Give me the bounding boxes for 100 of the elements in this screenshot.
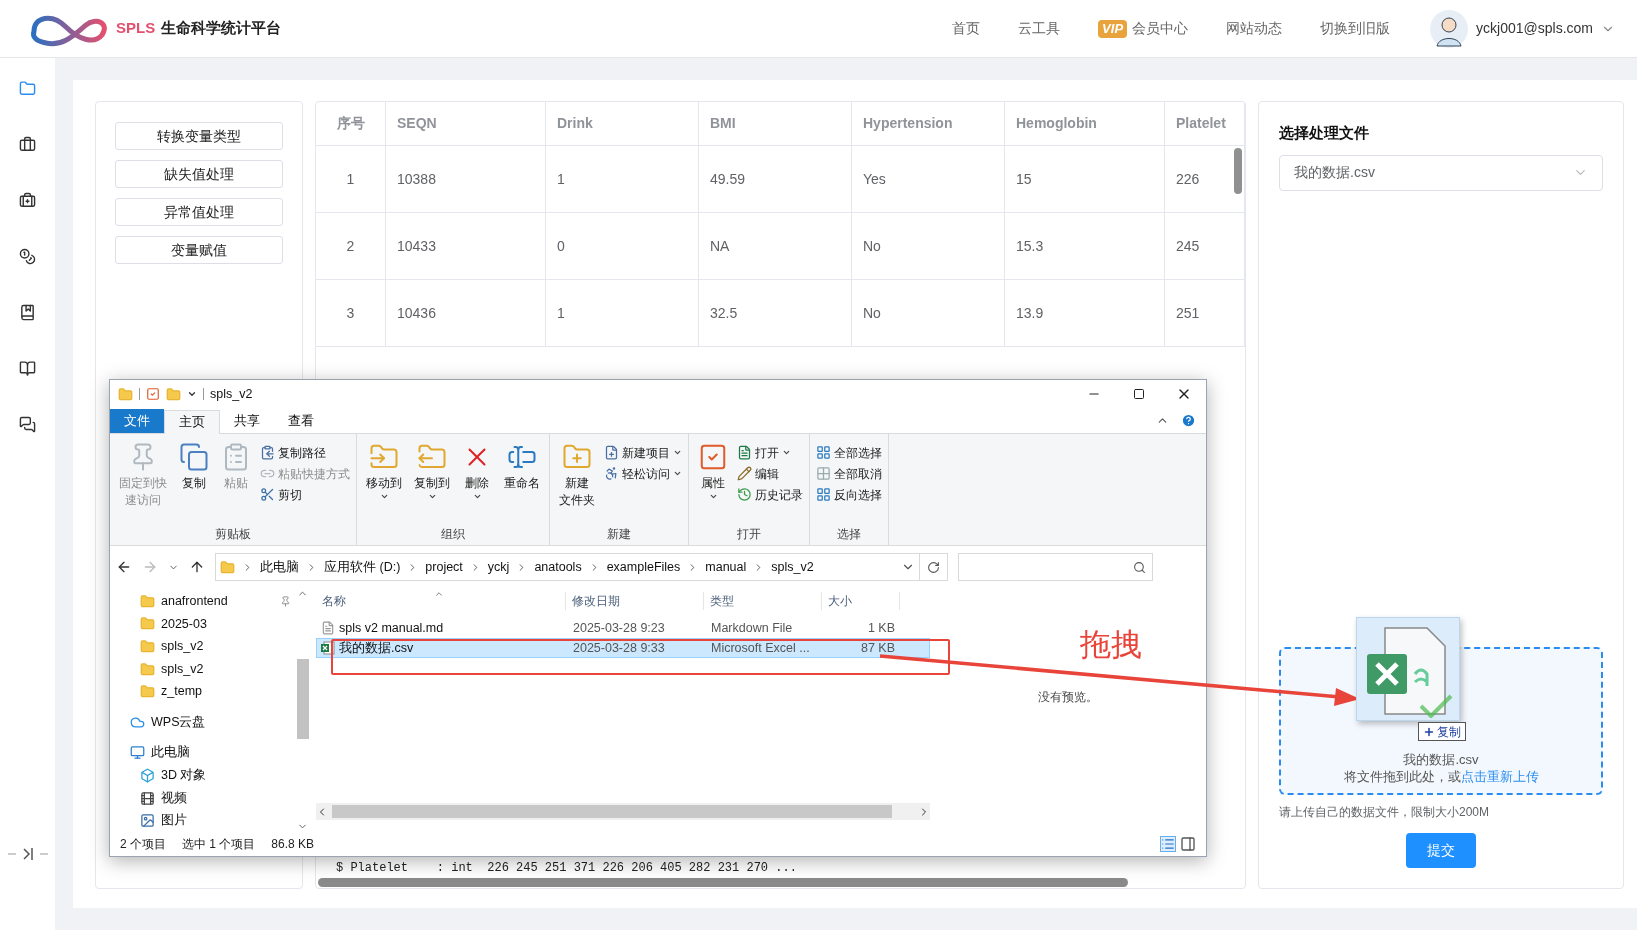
folder-icon: [140, 684, 155, 700]
properties-icon[interactable]: [146, 387, 160, 401]
tool-button[interactable]: 转换变量类型: [115, 122, 283, 150]
search-field[interactable]: [958, 553, 1153, 581]
nav-tree-item[interactable]: 图片: [110, 809, 295, 832]
vertical-scrollbar[interactable]: [1234, 148, 1242, 194]
path-segment[interactable]: 此电脑: [260, 557, 299, 577]
status-text: 86.8 KB: [271, 836, 315, 853]
folder-icon[interactable]: [19, 80, 36, 97]
bookmark-book-icon[interactable]: [19, 304, 36, 321]
address-bar[interactable]: 此电脑 应用软件 (D:) project yckj anatools exampleFiles manual spls_v2: [215, 553, 920, 581]
ribbon-button[interactable]: 复制到: [411, 438, 453, 525]
ribbon-tab[interactable]: 共享: [220, 409, 274, 433]
tool-button[interactable]: 异常值处理: [115, 198, 283, 226]
preview-view-icon[interactable]: [1180, 836, 1196, 852]
nav-link[interactable]: 切换到旧版: [1320, 18, 1391, 39]
column-header: SEQN: [386, 102, 546, 145]
open-book-icon[interactable]: [19, 360, 36, 377]
path-segment[interactable]: spls_v2: [771, 557, 814, 577]
ribbon-tab[interactable]: 主页: [164, 410, 220, 434]
file-row[interactable]: spls v2 manual.md 2025-03-28 9:23 Markdown File 1 KB: [316, 618, 930, 638]
ribbon-button[interactable]: 复制: [176, 438, 212, 525]
folder-icon: [220, 559, 235, 575]
expand-sidebar-icon[interactable]: [7, 846, 48, 862]
ribbon-button[interactable]: 全部选择: [816, 442, 882, 463]
caret-icon: [782, 448, 791, 457]
ribbon-button[interactable]: 剪切: [260, 484, 350, 505]
ribbon-button[interactable]: 新建项目: [604, 442, 682, 463]
path-segment[interactable]: 应用软件 (D:): [324, 557, 401, 577]
nav-tree-item[interactable]: spls_v2: [110, 657, 295, 681]
user-email[interactable]: yckj001@spls.com: [1476, 18, 1593, 39]
scrollbar-thumb[interactable]: [296, 659, 309, 739]
column-header[interactable]: 类型: [704, 592, 822, 610]
nav-tree-item[interactable]: anafrontend: [110, 590, 295, 613]
nav-link[interactable]: 云工具: [1018, 18, 1061, 39]
ribbon-group-label: 新建: [607, 526, 631, 543]
column-header[interactable]: 大小: [822, 592, 900, 610]
path-segment[interactable]: exampleFiles: [606, 557, 681, 577]
nav-link[interactable]: 首页: [952, 18, 981, 39]
path-segment[interactable]: yckj: [487, 557, 510, 577]
medical-case-icon[interactable]: [19, 192, 36, 209]
ribbon-group-label: 选择: [837, 526, 861, 543]
ribbon-button[interactable]: 复制路径: [260, 442, 350, 463]
column-header: Drink: [546, 102, 699, 145]
easy-access-icon: [604, 466, 619, 481]
nav-tree-item[interactable]: 2025-03: [110, 612, 295, 636]
file-row[interactable]: 我的数据.csv 2025-03-28 9:33 Microsoft Excel ... 87 KB: [316, 638, 930, 658]
properties-icon: [698, 442, 728, 472]
nav-tree-item[interactable]: z_temp: [110, 680, 295, 703]
ribbon-button[interactable]: 历史记录: [737, 484, 803, 505]
path-segment[interactable]: project: [425, 557, 463, 577]
chat-icon[interactable]: [19, 416, 36, 433]
ribbon-button[interactable]: 全部取消: [816, 463, 882, 484]
nav-tree-item[interactable]: spls_v2: [110, 635, 295, 658]
ribbon-button[interactable]: 轻松访问: [604, 463, 682, 484]
horizontal-scrollbar[interactable]: [318, 877, 1128, 887]
nav-tree-item[interactable]: 3D 对象: [110, 764, 295, 787]
film-icon: [140, 790, 155, 806]
ribbon-button[interactable]: 移动到: [363, 438, 405, 525]
search-icon: [1133, 560, 1146, 574]
caret-icon[interactable]: [187, 389, 197, 399]
back-icon[interactable]: [116, 559, 132, 575]
computer-icon: [130, 745, 145, 761]
path-segment[interactable]: anatools: [534, 557, 582, 577]
briefcase-icon[interactable]: [19, 136, 36, 153]
ribbon-button[interactable]: 重命名: [501, 438, 543, 525]
ribbon-tab[interactable]: 文件: [110, 409, 164, 433]
avatar-icon[interactable]: [1430, 9, 1469, 48]
nav-tree-item[interactable]: WPS云盘: [110, 710, 295, 734]
column-header[interactable]: 名称: [316, 592, 566, 610]
file-select[interactable]: 我的数据.csv: [1279, 154, 1603, 191]
column-header: Hypertension: [852, 102, 1005, 145]
coins-icon[interactable]: [19, 248, 36, 265]
ribbon-button[interactable]: 打开: [737, 442, 803, 463]
ribbon-button[interactable]: 新建 文件夹: [556, 438, 598, 525]
details-view-icon[interactable]: [1160, 836, 1176, 852]
ribbon-button[interactable]: 删除: [459, 438, 495, 525]
column-header[interactable]: 修改日期: [566, 592, 704, 610]
pin-icon: [280, 595, 291, 607]
maximize-icon[interactable]: [1132, 388, 1145, 400]
tool-button[interactable]: 缺失值处理: [115, 160, 283, 188]
up-icon[interactable]: [189, 559, 205, 575]
nav-link[interactable]: VIP 会员中心: [1098, 18, 1189, 39]
nav-link[interactable]: 网站动态: [1226, 18, 1283, 39]
ribbon-button[interactable]: 属性: [695, 438, 731, 525]
refresh-button[interactable]: [920, 553, 948, 581]
ribbon-tab[interactable]: 查看: [274, 409, 328, 433]
ribbon-button[interactable]: 编辑: [737, 463, 803, 484]
folder-icon: [140, 593, 155, 609]
table-cell: 49.59: [699, 146, 852, 212]
nav-tree-item[interactable]: 视频: [110, 786, 295, 810]
help-icon[interactable]: [1181, 413, 1196, 428]
tool-button[interactable]: 变量赋值: [115, 236, 283, 264]
ribbon-button[interactable]: 反向选择: [816, 484, 882, 505]
file-size: 87 KB: [859, 639, 896, 657]
column-header: Platelet: [1165, 102, 1245, 145]
horizontal-scrollbar[interactable]: [332, 805, 892, 818]
nav-tree-item[interactable]: 此电脑: [110, 741, 295, 765]
file-date: 2025-03-28 9:33: [572, 639, 666, 657]
path-segment[interactable]: manual: [705, 557, 747, 577]
